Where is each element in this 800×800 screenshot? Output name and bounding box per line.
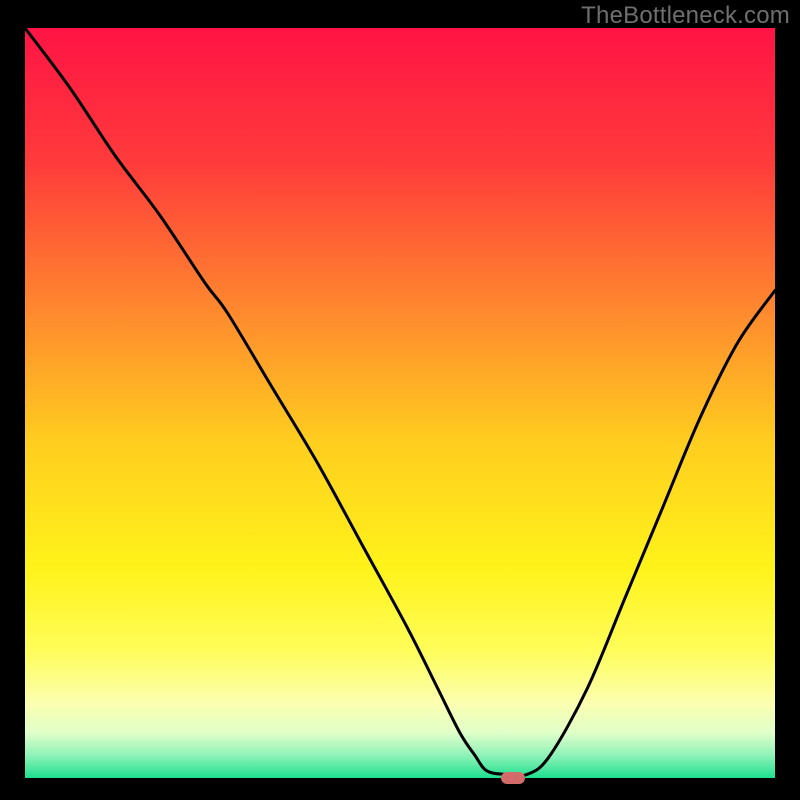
watermark-text: TheBottleneck.com <box>581 2 790 30</box>
gradient-background <box>25 28 775 778</box>
chart-svg <box>25 28 775 778</box>
chart-frame: TheBottleneck.com <box>0 0 800 800</box>
optimal-point-marker <box>501 772 525 784</box>
plot-area <box>25 28 775 778</box>
